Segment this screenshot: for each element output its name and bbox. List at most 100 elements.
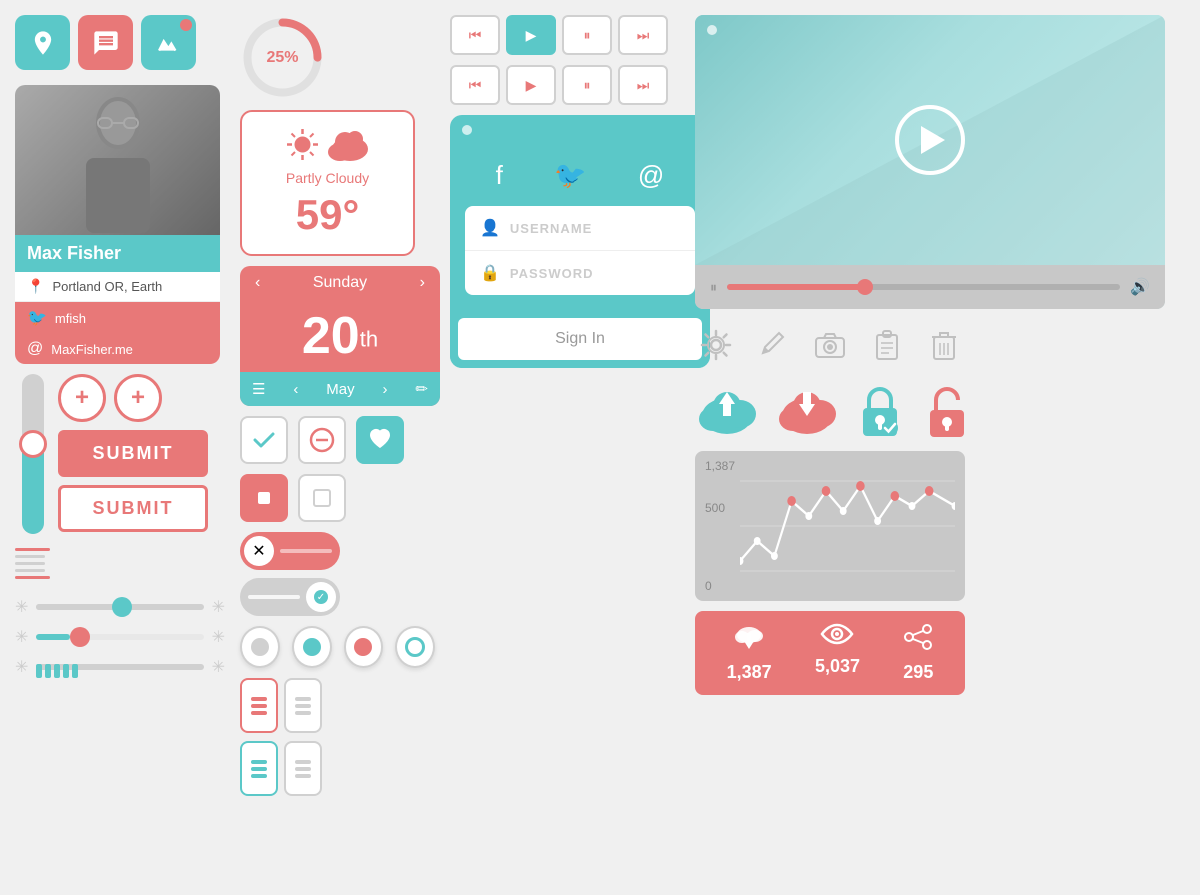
add-button-1[interactable]: + <box>58 374 106 422</box>
pencil-icon <box>759 331 787 359</box>
pencil-icon-item[interactable] <box>752 329 794 361</box>
pause-small-icon[interactable]: ⏸ <box>710 279 717 296</box>
profile-website-row[interactable]: @ MaxFisher.me <box>15 334 220 364</box>
media-pause-btn[interactable]: ⏸ <box>562 15 612 55</box>
add-button-2[interactable]: + <box>114 374 162 422</box>
weather-icons <box>257 127 398 162</box>
stat-num-2: 5,037 <box>815 656 860 677</box>
h-slider-thumb-1[interactable] <box>112 597 132 617</box>
calendar-next-month-btn[interactable]: › <box>383 381 388 398</box>
checkbox-cancel[interactable] <box>298 416 346 464</box>
checkbox-empty[interactable] <box>298 474 346 522</box>
chat-bubble[interactable] <box>78 15 133 70</box>
chart-low-label: 0 <box>705 579 712 593</box>
toggle-switch-2[interactable]: ✓ <box>240 578 340 616</box>
trash-icon-item[interactable] <box>923 329 965 361</box>
radio-4[interactable] <box>395 626 435 668</box>
location-icon <box>29 29 57 57</box>
chart-mid-label: 500 <box>705 501 725 515</box>
pill-btn-2[interactable] <box>284 678 322 733</box>
profile-twitter-row[interactable]: 🐦 mfish <box>15 302 220 334</box>
activity-bubble[interactable] <box>141 15 196 70</box>
slider-row-2: ✳ ✳ <box>15 627 225 647</box>
password-field[interactable]: 🔒 PASSWORD <box>465 251 695 295</box>
media-pause-btn2[interactable]: ⏸ <box>562 65 612 105</box>
radio-1[interactable] <box>240 626 280 668</box>
media-skip-back-btn2[interactable]: ⏮ <box>450 65 500 105</box>
pill-btn-3[interactable] <box>240 741 278 796</box>
submit-button-2[interactable]: SUBMIT <box>58 485 208 532</box>
horizontal-sliders: ✳ ✳ ✳ ✳ ✳ <box>15 597 225 687</box>
sun-big-icon-3: ✳ <box>212 657 225 677</box>
profile-location-row: 📍 Portland OR, Earth <box>15 272 220 302</box>
h-slider-track-1[interactable] <box>36 604 203 610</box>
edit-icon[interactable]: ✏ <box>415 380 428 398</box>
toggle-switch-1[interactable]: ✕ <box>240 532 340 570</box>
pill-btn-4[interactable] <box>284 741 322 796</box>
h-slider-thumb-2[interactable] <box>70 627 90 647</box>
video-screen[interactable] <box>695 15 1165 265</box>
lock-icon-item[interactable] <box>855 381 905 441</box>
download-cloud-icon[interactable] <box>775 381 840 441</box>
checkmark-icon <box>250 426 278 454</box>
media-play-btn2[interactable]: ▶ <box>506 65 556 105</box>
slider-thumb[interactable] <box>19 430 47 458</box>
profile-website: MaxFisher.me <box>51 342 133 357</box>
username-field[interactable]: 👤 USERNAME <box>465 206 695 251</box>
chart-svg <box>740 461 955 591</box>
unlock-icon-item[interactable] <box>920 381 975 441</box>
submit-button-1[interactable]: SUBMIT <box>58 430 208 477</box>
profile-photo <box>15 85 220 235</box>
media-play-btn[interactable]: ▶ <box>506 15 556 55</box>
pill-btn-1[interactable] <box>240 678 278 733</box>
controls-area: + + SUBMIT SUBMIT <box>15 374 225 579</box>
video-play-button[interactable] <box>895 105 965 175</box>
eye-icon-svg <box>820 623 854 645</box>
sun-big-icon-2: ✳ <box>212 627 225 647</box>
location-bubble[interactable] <box>15 15 70 70</box>
twitter-login-icon[interactable]: 🐦 <box>554 160 586 191</box>
volume-icon[interactable]: 🔊 <box>1130 277 1150 297</box>
video-progress-thumb[interactable] <box>857 279 873 295</box>
media-skip-fwd-btn[interactable]: ⏭ <box>618 15 668 55</box>
radio-3[interactable] <box>344 626 384 668</box>
clipboard-icon-item[interactable] <box>866 329 908 361</box>
pill-row-2 <box>240 741 435 796</box>
calendar-next-btn[interactable]: › <box>420 274 425 292</box>
profile-location: Portland OR, Earth <box>52 279 162 294</box>
upload-cloud-icon[interactable] <box>695 381 760 441</box>
gear-icon-item[interactable] <box>695 329 737 361</box>
sign-in-button[interactable]: Sign In <box>458 318 702 360</box>
checkbox-stop[interactable] <box>240 474 288 522</box>
radio-buttons <box>240 626 435 668</box>
email-login-icon[interactable]: @ <box>638 160 664 191</box>
chat-icon <box>92 29 120 57</box>
icon-bubbles-row <box>15 15 225 70</box>
calendar-prev-btn[interactable]: ‹ <box>255 274 260 292</box>
twitter-icon: 🐦 <box>27 308 47 328</box>
radio-inner-1 <box>251 638 269 656</box>
media-skip-back-btn[interactable]: ⏮ <box>450 15 500 55</box>
h-slider-track-2[interactable] <box>36 634 203 640</box>
vertical-slider[interactable] <box>22 374 44 534</box>
video-controls-bar: ⏸ 🔊 <box>695 265 1165 309</box>
camera-icon <box>814 331 846 359</box>
checkbox-heart[interactable] <box>356 416 404 464</box>
video-progress-track[interactable] <box>727 284 1120 290</box>
camera-icon-item[interactable] <box>809 329 851 361</box>
username-label: USERNAME <box>510 221 592 236</box>
calendar-prev-month-btn[interactable]: ‹ <box>293 381 298 398</box>
icons-grid <box>695 319 965 371</box>
h-slider-track-3[interactable] <box>36 664 203 670</box>
activity-icon <box>155 29 183 57</box>
media-skip-fwd-btn2[interactable]: ⏭ <box>618 65 668 105</box>
video-player: ⏸ 🔊 <box>695 15 1165 309</box>
calendar-card: ‹ Sunday › 20th ☰ ‹ May › ✏ <box>240 266 440 406</box>
calendar-month: May <box>326 381 354 398</box>
stat-num-1: 1,387 <box>727 662 772 683</box>
facebook-icon[interactable]: f <box>496 160 503 191</box>
checkbox-checked[interactable] <box>240 416 288 464</box>
toggle-line-2 <box>248 595 300 599</box>
radio-2[interactable] <box>292 626 332 668</box>
share-stat-icon <box>903 623 933 658</box>
